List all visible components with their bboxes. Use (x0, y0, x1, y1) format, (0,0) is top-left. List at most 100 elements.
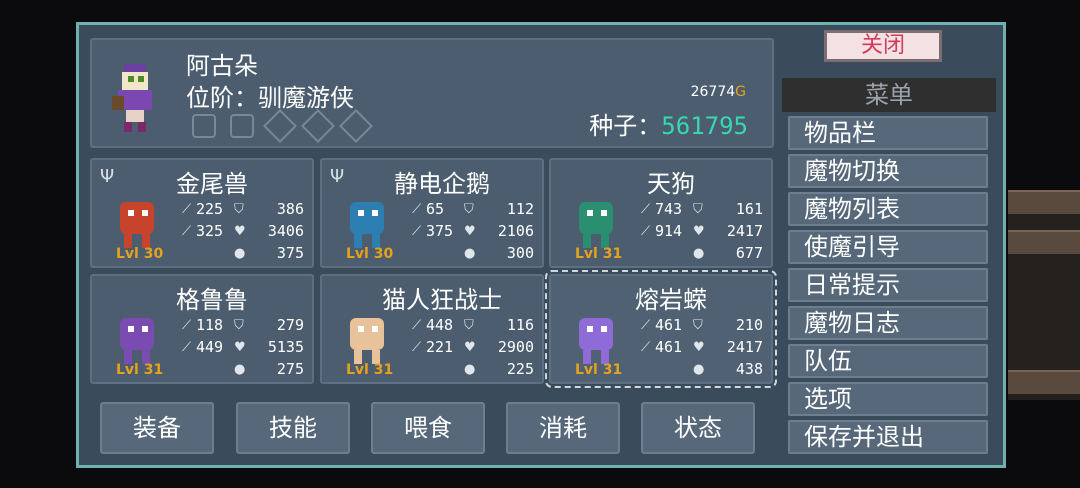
defense-stat: 161 (735, 200, 763, 218)
defense-stat: 386 (276, 200, 304, 218)
health-stat: 2417 (726, 222, 763, 240)
mana-stat: 677 (735, 244, 763, 262)
health-stat: 2106 (497, 222, 534, 240)
seed-value: 561795 (661, 112, 748, 140)
sword-icon: ⟋ (641, 202, 651, 217)
health-stat: 3406 (267, 222, 304, 240)
shield-icon: ⛉ (234, 202, 244, 217)
heart-icon: ♥ (234, 224, 246, 239)
pouch-badge-icon (230, 114, 254, 138)
status-button[interactable]: 状态 (641, 402, 755, 454)
heart-icon: ♥ (693, 340, 705, 355)
attack-stat: 225 (196, 200, 224, 218)
monster-card[interactable]: 格鲁鲁 Lvl 31 ⟋ 118 ⛉ 279 ⟋ 449 ♥ 5135 ● 275 (90, 274, 314, 384)
attack-stat: 461 (655, 316, 683, 334)
mana-stat: 375 (276, 244, 304, 262)
gold-icon: G (735, 84, 746, 100)
diamond-badge-icon (301, 109, 335, 143)
diamond-badge-icon (263, 109, 297, 143)
shield-icon: ⛉ (693, 202, 703, 217)
heart-icon: ♥ (693, 224, 705, 239)
mana-stat: 300 (506, 244, 534, 262)
defense-stat: 210 (735, 316, 763, 334)
magic-stat: 221 (426, 338, 454, 356)
defense-stat: 279 (276, 316, 304, 334)
shield-icon: ⛉ (464, 202, 474, 217)
menu-item-switch-monster[interactable]: 魔物切换 (788, 154, 988, 188)
wand-icon: ⟋ (182, 224, 192, 239)
wand-icon: ⟋ (641, 224, 651, 239)
menu-item-inventory[interactable]: 物品栏 (788, 116, 988, 150)
magic-stat: 461 (655, 338, 683, 356)
magic-stat: 375 (426, 222, 454, 240)
attack-stat: 118 (196, 316, 224, 334)
defense-stat: 116 (506, 316, 534, 334)
sword-icon: ⟋ (412, 318, 422, 333)
attack-stat: 448 (426, 316, 454, 334)
seed-display: 种子：561795 (589, 106, 748, 141)
hero-info-panel: 阿古朵 位阶：驯魔游侠 26774G 种子：561795 (90, 38, 774, 148)
menu-item-daily-tips[interactable]: 日常提示 (788, 268, 988, 302)
menu-item-monster-log[interactable]: 魔物日志 (788, 306, 988, 340)
sword-icon: ⟋ (182, 318, 192, 333)
attack-stat: 65 (426, 200, 445, 218)
sword-icon: ⟋ (412, 202, 422, 217)
gold-amount: 26774 (690, 84, 736, 100)
menu-item-save-quit[interactable]: 保存并退出 (788, 420, 988, 454)
health-stat: 5135 (267, 338, 304, 356)
monster-card[interactable]: Ψ 金尾兽 Lvl 30 ⟋ 225 ⛉ 386 ⟋ 325 ♥ 3406 ● 375 (90, 158, 314, 268)
magic-stat: 449 (196, 338, 224, 356)
skills-button[interactable]: 技能 (236, 402, 350, 454)
equip-button[interactable]: 装备 (100, 402, 214, 454)
defense-stat: 112 (506, 200, 534, 218)
monster-card[interactable]: 天狗 Lvl 31 ⟋ 743 ⛉ 161 ⟋ 914 ♥ 2417 ● 677 (549, 158, 773, 268)
health-stat: 2417 (726, 338, 763, 356)
heart-icon: ♥ (464, 340, 476, 355)
magic-stat: 914 (655, 222, 683, 240)
shield-icon: ⛉ (693, 318, 703, 333)
monster-level: Lvl 31 (575, 246, 623, 262)
heart-icon: ♥ (464, 224, 476, 239)
shield-icon: ⛉ (234, 318, 244, 333)
menu-title: 菜单 (782, 78, 996, 112)
mana-stat: 438 (735, 360, 763, 378)
potion-icon: ● (693, 246, 705, 261)
dragon-badge-icon (192, 114, 216, 138)
monster-card[interactable]: Ψ 静电企鹅 Lvl 30 ⟋ 65 ⛉ 112 ⟋ 375 ♥ 2106 ● 300 (320, 158, 544, 268)
menu-item-monster-list[interactable]: 魔物列表 (788, 192, 988, 226)
close-button[interactable]: 关闭 (824, 30, 942, 62)
monster-level: Lvl 30 (116, 246, 164, 262)
achievement-badges (188, 109, 373, 143)
health-stat: 2900 (497, 338, 534, 356)
menu-item-party[interactable]: 队伍 (788, 344, 988, 378)
hero-name: 阿古朵 (186, 52, 258, 80)
hero-rank: 位阶：驯魔游侠 (186, 84, 354, 112)
diamond-badge-icon (339, 109, 373, 143)
shield-icon: ⛉ (464, 318, 474, 333)
gold-counter: 26774G (691, 84, 746, 100)
feed-button[interactable]: 喂食 (371, 402, 485, 454)
menu-item-options[interactable]: 选项 (788, 382, 988, 416)
potion-icon: ● (234, 246, 246, 261)
mana-stat: 275 (276, 360, 304, 378)
monster-level: Lvl 31 (575, 362, 623, 378)
sword-icon: ⟋ (641, 318, 651, 333)
monster-level: Lvl 31 (346, 362, 394, 378)
background-wall (1008, 190, 1080, 400)
seed-label: 种子： (589, 112, 662, 140)
potion-icon: ● (693, 362, 705, 377)
mana-stat: 225 (506, 360, 534, 378)
wand-icon: ⟋ (641, 340, 651, 355)
consume-button[interactable]: 消耗 (506, 402, 620, 454)
monster-card[interactable]: 熔岩蝾 Lvl 31 ⟋ 461 ⛉ 210 ⟋ 461 ♥ 2417 ● 438 (545, 270, 777, 388)
monster-card[interactable]: 猫人狂战士 Lvl 31 ⟋ 448 ⛉ 116 ⟋ 221 ♥ 2900 ● 225 (320, 274, 544, 384)
magic-stat: 325 (196, 222, 224, 240)
menu-item-familiar-guide[interactable]: 使魔引导 (788, 230, 988, 264)
action-bar: 装备 技能 喂食 消耗 状态 (90, 396, 774, 462)
heart-icon: ♥ (234, 340, 246, 355)
potion-icon: ● (234, 362, 246, 377)
wand-icon: ⟋ (412, 340, 422, 355)
attack-stat: 743 (655, 200, 683, 218)
wand-icon: ⟋ (182, 340, 192, 355)
monster-level: Lvl 30 (346, 246, 394, 262)
